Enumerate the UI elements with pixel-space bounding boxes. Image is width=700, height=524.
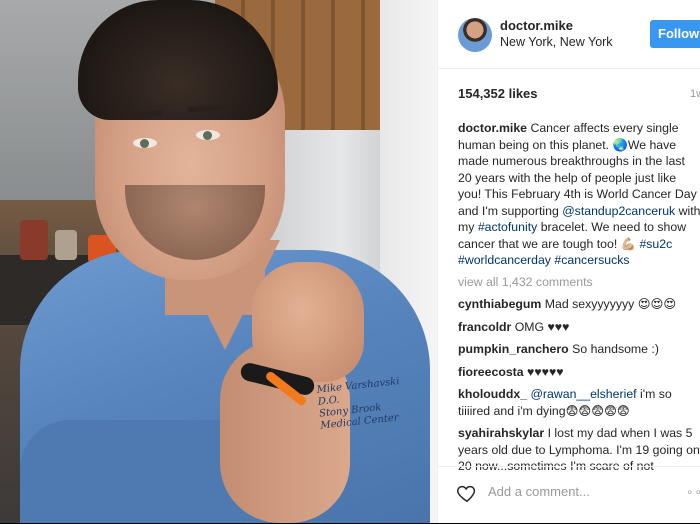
post-side-panel: doctor.mike New York, New York Follow 15… [437, 0, 700, 523]
hashtag-link[interactable]: #actofunity [478, 220, 537, 234]
location[interactable]: New York, New York [500, 35, 613, 49]
avatar[interactable] [458, 18, 492, 52]
comment-text: OMG ♥♥♥ [514, 319, 570, 334]
view-all-comments-link[interactable]: view all 1,432 comments [458, 274, 700, 291]
comment-username[interactable]: kholouddx_ [458, 387, 527, 401]
comment: fioreecosta ♥♥♥♥♥ [458, 364, 700, 381]
embroidered-name: Mike Varshavski D.O. Stony Brook Medical… [316, 375, 410, 431]
comment-mention[interactable]: @rawan__elsherief [530, 387, 636, 401]
globe-icon: 🌏 [612, 137, 628, 152]
eye [196, 130, 220, 140]
add-comment-input[interactable]: Add a comment... [488, 484, 590, 499]
fist [252, 262, 364, 382]
muscle-icon: 💪🏼 [620, 236, 637, 251]
comment: francoldr OMG ♥♥♥ [458, 319, 700, 336]
comment-username[interactable]: pumpkin_ranchero [458, 342, 569, 356]
comment: pumpkin_ranchero So handsome :) [458, 341, 700, 358]
follow-button[interactable]: Follow [650, 20, 700, 48]
instagram-post: Mike Varshavski D.O. Stony Brook Medical… [0, 0, 700, 523]
eye [133, 138, 157, 148]
comment-username[interactable]: cynthiabegum [458, 297, 541, 311]
heart-eyes-icon: 😍😍😍 [637, 297, 677, 311]
post-footer: Add a comment... ∘∘ [438, 466, 700, 524]
comment-text: Mad sexyyyyyyy [544, 297, 638, 311]
comments-list: doctor.mike Cancer affects every single … [458, 120, 700, 475]
comment: cynthiabegum Mad sexyyyyyyy 😍😍😍 [458, 296, 700, 313]
crying-face-icon: 😨😨😨😨😨 [565, 403, 630, 418]
comment-username[interactable]: syahirahskylar [458, 426, 544, 440]
post-age: 1w [690, 88, 700, 100]
heart-icon[interactable] [456, 482, 478, 504]
username[interactable]: doctor.mike [500, 18, 573, 33]
comment-username[interactable]: francoldr [458, 320, 511, 334]
post-photo[interactable]: Mike Varshavski D.O. Stony Brook Medical… [0, 0, 437, 523]
comment-text: So handsome :) [572, 342, 659, 356]
mention-link[interactable]: @standup2canceruk [562, 204, 675, 218]
caption-username[interactable]: doctor.mike [458, 121, 527, 135]
comment-username[interactable]: fioreecosta [458, 365, 524, 379]
comment-text: ♥♥♥♥♥ [527, 364, 564, 379]
likes-count[interactable]: 154,352 likes [458, 86, 538, 101]
comment: kholouddx_ @rawan__elsherief i'm so tiii… [458, 386, 700, 419]
caption: doctor.mike Cancer affects every single … [458, 120, 700, 269]
post-header: doctor.mike New York, New York Follow [438, 0, 700, 69]
more-options-icon[interactable]: ∘∘ [686, 485, 700, 499]
jar [55, 230, 77, 260]
jar [20, 220, 48, 260]
